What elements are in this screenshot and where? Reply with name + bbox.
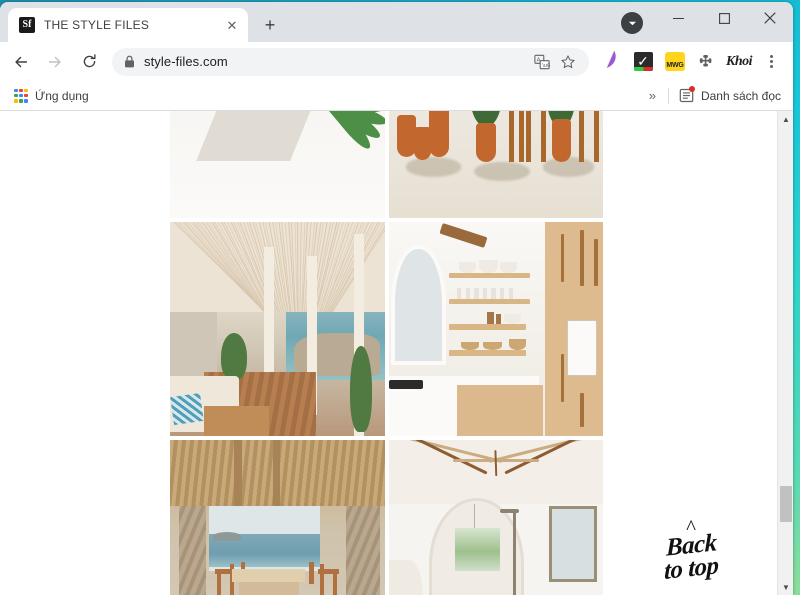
page-scrollbar[interactable]: ▲ ▼ xyxy=(777,111,793,595)
tab-strip: Sf THE STYLE FILES ✕ + xyxy=(0,2,793,42)
photo-bathroom xyxy=(388,440,603,595)
apps-grid-icon xyxy=(14,88,28,103)
reading-list-icon xyxy=(679,86,695,103)
reload-button[interactable] xyxy=(74,47,104,77)
photo-pergola-terrace xyxy=(170,221,385,436)
bookmark-apps[interactable]: Ứng dụng xyxy=(8,86,95,106)
khoi-label: Khoi xyxy=(726,53,753,69)
quill-glyph xyxy=(597,46,624,76)
back-arrow-icon xyxy=(15,56,28,67)
back-button[interactable] xyxy=(6,47,36,77)
quill-extension-icon[interactable] xyxy=(600,50,622,73)
mwg-extension-icon[interactable]: MWG xyxy=(664,51,686,73)
tab-favicon: Sf xyxy=(19,17,35,33)
star-glyph xyxy=(561,54,575,68)
three-dots-icon xyxy=(769,55,773,68)
scroll-down-arrow[interactable]: ▼ xyxy=(778,579,793,595)
back-to-top-line2: to top xyxy=(663,552,719,585)
gallery-item-white-room[interactable] xyxy=(170,111,385,218)
new-tab-button[interactable]: + xyxy=(256,11,284,39)
bookmark-star-icon[interactable] xyxy=(557,51,579,73)
forward-button[interactable] xyxy=(40,47,70,77)
checkmark-extension-icon[interactable]: ✓ xyxy=(632,51,654,73)
forward-arrow-icon xyxy=(48,56,61,67)
close-window-button[interactable] xyxy=(747,2,793,34)
gallery-item-dining-terrace[interactable] xyxy=(170,440,385,595)
back-to-top-button[interactable]: ^ Back to top xyxy=(631,484,751,585)
lock-glyph xyxy=(125,55,134,68)
browser-tab-the-style-files[interactable]: Sf THE STYLE FILES ✕ xyxy=(8,8,248,42)
scrollbar-thumb[interactable] xyxy=(780,486,792,522)
scroll-up-arrow[interactable]: ▲ xyxy=(778,111,793,128)
reading-list-button[interactable]: Danh sách đọc xyxy=(673,85,787,106)
minimize-icon xyxy=(672,17,684,19)
gallery-item-bathroom[interactable] xyxy=(388,440,603,595)
gallery-item-kitchen[interactable] xyxy=(388,221,603,436)
page-viewport: ^ Back to top ▲ ▼ xyxy=(0,111,793,595)
close-tab-icon[interactable]: ✕ xyxy=(224,17,240,33)
image-gallery-grid xyxy=(170,111,603,595)
khoi-extension-icon[interactable]: Khoi xyxy=(726,51,753,73)
reading-list-label: Danh sách đọc xyxy=(700,88,781,103)
photo-dining-terrace xyxy=(170,440,385,595)
checkmark-badge: ✓ xyxy=(633,52,653,71)
bookmarks-bar: Ứng dụng » Danh sách đọc xyxy=(0,81,793,111)
back-to-top-label: Back to top xyxy=(663,529,719,585)
mwg-badge: MWG xyxy=(665,52,685,71)
photo-white-room xyxy=(170,111,385,218)
gallery-item-pergola-terrace[interactable] xyxy=(170,221,385,436)
maximize-icon xyxy=(718,12,730,24)
web-page-content: ^ Back to top xyxy=(0,111,777,595)
address-bar-url: style-files.com xyxy=(144,54,228,69)
minimize-window-button[interactable] xyxy=(655,2,701,34)
puzzle-extensions-icon[interactable] xyxy=(696,51,718,73)
translate-glyph: A \u6587 xyxy=(534,54,550,69)
quill-pen-glyph xyxy=(606,50,616,69)
gallery-item-courtyard[interactable] xyxy=(388,111,603,218)
reload-icon xyxy=(83,54,96,68)
address-bar[interactable]: style-files.com A \u6587 xyxy=(112,47,589,76)
close-icon xyxy=(764,12,776,24)
browser-window: Sf THE STYLE FILES ✕ + style-files.com A… xyxy=(0,2,793,595)
svg-text:\u6587: \u6587 xyxy=(542,62,550,68)
translate-icon[interactable]: A \u6587 xyxy=(531,51,553,73)
bookmarks-overflow-button[interactable]: » xyxy=(641,88,664,103)
tab-title: THE STYLE FILES xyxy=(44,18,150,32)
photo-courtyard xyxy=(388,111,603,218)
puzzle-piece-glyph xyxy=(699,54,712,66)
browser-toolbar: style-files.com A \u6587 xyxy=(0,42,793,81)
chrome-menu-button[interactable] xyxy=(760,51,782,73)
window-controls xyxy=(655,2,793,34)
bookmarks-divider xyxy=(667,87,669,104)
bookmark-apps-label: Ứng dụng xyxy=(35,88,89,103)
lock-icon xyxy=(124,55,135,68)
chevron-down-icon xyxy=(628,21,636,25)
photo-kitchen xyxy=(388,221,603,436)
maximize-window-button[interactable] xyxy=(701,2,747,34)
reading-list-badge xyxy=(688,86,695,92)
profile-avatar[interactable] xyxy=(621,12,643,34)
